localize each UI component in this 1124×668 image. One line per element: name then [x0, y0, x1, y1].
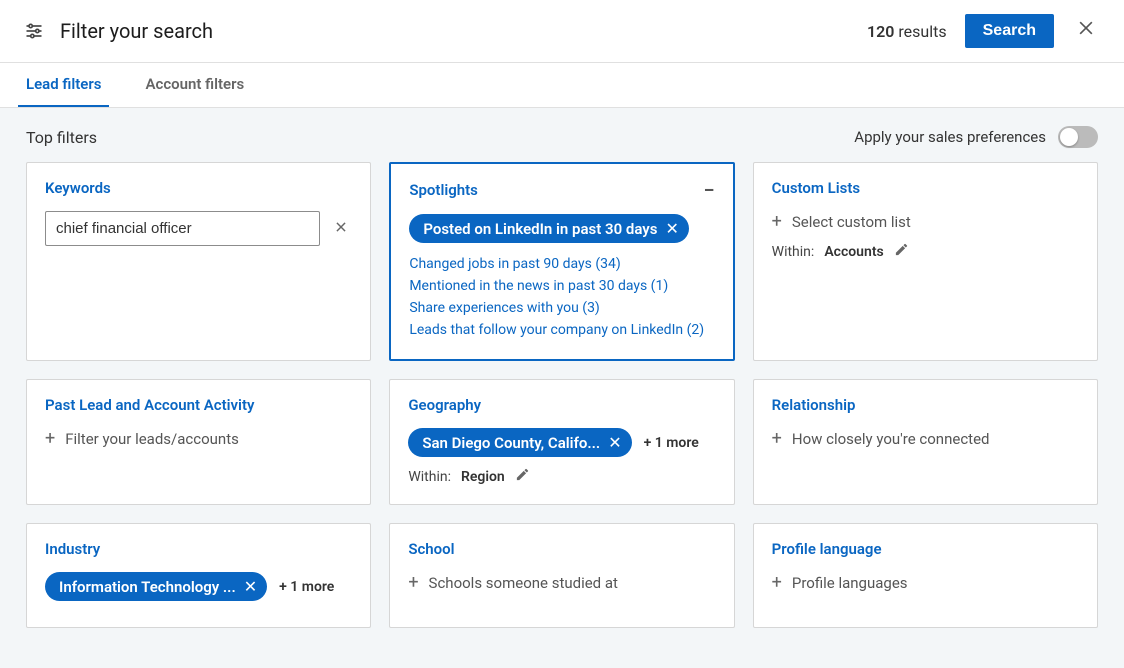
sales-prefs-row: Apply your sales preferences — [854, 126, 1098, 148]
close-icon[interactable] — [1072, 14, 1100, 48]
card-profile-language: Profile language + Profile languages — [753, 523, 1098, 628]
industry-more[interactable]: + 1 more — [279, 579, 334, 595]
industry-chip[interactable]: Information Technology ... ✕ — [45, 572, 267, 601]
spotlight-link[interactable]: Changed jobs in past 90 days (34) — [409, 253, 714, 275]
header-left: Filter your search — [24, 19, 213, 43]
tabs-row: Lead filters Account filters — [0, 63, 1124, 108]
chip-remove-icon[interactable]: ✕ — [606, 433, 621, 452]
toggle-knob — [1060, 128, 1078, 146]
plus-icon: + — [772, 428, 782, 449]
tab-account-filters[interactable]: Account filters — [137, 63, 252, 107]
chip-remove-icon[interactable]: ✕ — [663, 219, 678, 238]
profile-language-hint-text: Profile languages — [792, 574, 908, 592]
plus-icon: + — [45, 428, 55, 449]
keywords-input-row — [45, 211, 352, 246]
card-geography: Geography San Diego County, Califo... ✕ … — [389, 379, 734, 505]
filter-body: Top filters Apply your sales preferences… — [0, 108, 1124, 668]
keywords-input[interactable] — [45, 211, 320, 246]
collapse-icon[interactable]: − — [703, 180, 714, 200]
profile-language-hint[interactable]: + Profile languages — [772, 572, 1079, 593]
card-title-school: School — [408, 540, 715, 558]
school-hint-text: Schools someone studied at — [429, 574, 618, 592]
keywords-clear-icon[interactable] — [330, 218, 352, 239]
within-value: Region — [461, 469, 505, 485]
results-number: 120 — [867, 22, 894, 41]
spotlight-chip[interactable]: Posted on LinkedIn in past 30 days ✕ — [409, 214, 689, 243]
geography-within: Within: Region — [408, 467, 715, 486]
plus-icon: + — [772, 211, 782, 232]
card-school: School + Schools someone studied at — [389, 523, 734, 628]
header-bar: Filter your search 120 results Search — [0, 0, 1124, 63]
geography-chip[interactable]: San Diego County, Califo... ✕ — [408, 428, 631, 457]
within-label: Within: — [408, 469, 451, 485]
custom-lists-hint-text: Select custom list — [792, 213, 911, 231]
relationship-hint[interactable]: + How closely you're connected — [772, 428, 1079, 449]
geography-more[interactable]: + 1 more — [644, 435, 699, 451]
industry-chip-label: Information Technology ... — [59, 578, 236, 596]
card-title-custom-lists: Custom Lists — [772, 179, 1079, 197]
card-title-profile-language: Profile language — [772, 540, 1079, 558]
past-activity-hint[interactable]: + Filter your leads/accounts — [45, 428, 352, 449]
spotlights-link-list: Changed jobs in past 90 days (34) Mentio… — [409, 253, 714, 341]
tab-lead-filters[interactable]: Lead filters — [18, 63, 109, 107]
spotlight-link[interactable]: Mentioned in the news in past 30 days (1… — [409, 275, 714, 297]
spotlight-chip-label: Posted on LinkedIn in past 30 days — [423, 220, 657, 238]
filter-icon — [24, 21, 44, 41]
chip-remove-icon[interactable]: ✕ — [242, 577, 257, 596]
top-filters-heading: Top filters — [26, 128, 97, 147]
spotlight-link[interactable]: Share experiences with you (3) — [409, 297, 714, 319]
spotlights-title-text: Spotlights — [409, 181, 478, 199]
geography-chip-row: San Diego County, Califo... ✕ + 1 more — [408, 428, 715, 457]
results-count: 120 results — [867, 22, 947, 41]
results-word: results — [898, 22, 946, 41]
sales-prefs-label: Apply your sales preferences — [854, 128, 1046, 146]
spotlight-link[interactable]: Leads that follow your company on Linked… — [409, 319, 714, 341]
filter-grid: Keywords Spotlights − Posted on LinkedIn… — [26, 162, 1098, 628]
card-custom-lists: Custom Lists + Select custom list Within… — [753, 162, 1098, 361]
card-title-relationship: Relationship — [772, 396, 1079, 414]
relationship-hint-text: How closely you're connected — [792, 430, 990, 448]
custom-lists-within: Within: Accounts — [772, 242, 1079, 261]
card-past-activity: Past Lead and Account Activity + Filter … — [26, 379, 371, 505]
past-activity-hint-text: Filter your leads/accounts — [65, 430, 239, 448]
card-keywords: Keywords — [26, 162, 371, 361]
geography-chip-label: San Diego County, Califo... — [422, 434, 600, 452]
topbar: Top filters Apply your sales preferences — [26, 126, 1098, 148]
within-label: Within: — [772, 244, 815, 260]
header-right: 120 results Search — [867, 14, 1100, 48]
card-title-geography: Geography — [408, 396, 715, 414]
spotlights-chip-row: Posted on LinkedIn in past 30 days ✕ — [409, 214, 714, 243]
plus-icon: + — [408, 572, 418, 593]
card-relationship: Relationship + How closely you're connec… — [753, 379, 1098, 505]
card-spotlights: Spotlights − Posted on LinkedIn in past … — [389, 162, 734, 361]
search-button[interactable]: Search — [965, 14, 1054, 48]
edit-icon[interactable] — [894, 242, 909, 261]
card-title-keywords: Keywords — [45, 179, 352, 197]
card-title-industry: Industry — [45, 540, 352, 558]
school-hint[interactable]: + Schools someone studied at — [408, 572, 715, 593]
card-title-past-activity: Past Lead and Account Activity — [45, 396, 352, 414]
card-industry: Industry Information Technology ... ✕ + … — [26, 523, 371, 628]
page-title: Filter your search — [60, 19, 213, 43]
custom-lists-hint[interactable]: + Select custom list — [772, 211, 1079, 232]
edit-icon[interactable] — [515, 467, 530, 486]
within-value: Accounts — [824, 244, 883, 260]
sales-prefs-toggle[interactable] — [1058, 126, 1098, 148]
plus-icon: + — [772, 572, 782, 593]
card-title-spotlights: Spotlights − — [409, 180, 714, 200]
industry-chip-row: Information Technology ... ✕ + 1 more — [45, 572, 352, 601]
